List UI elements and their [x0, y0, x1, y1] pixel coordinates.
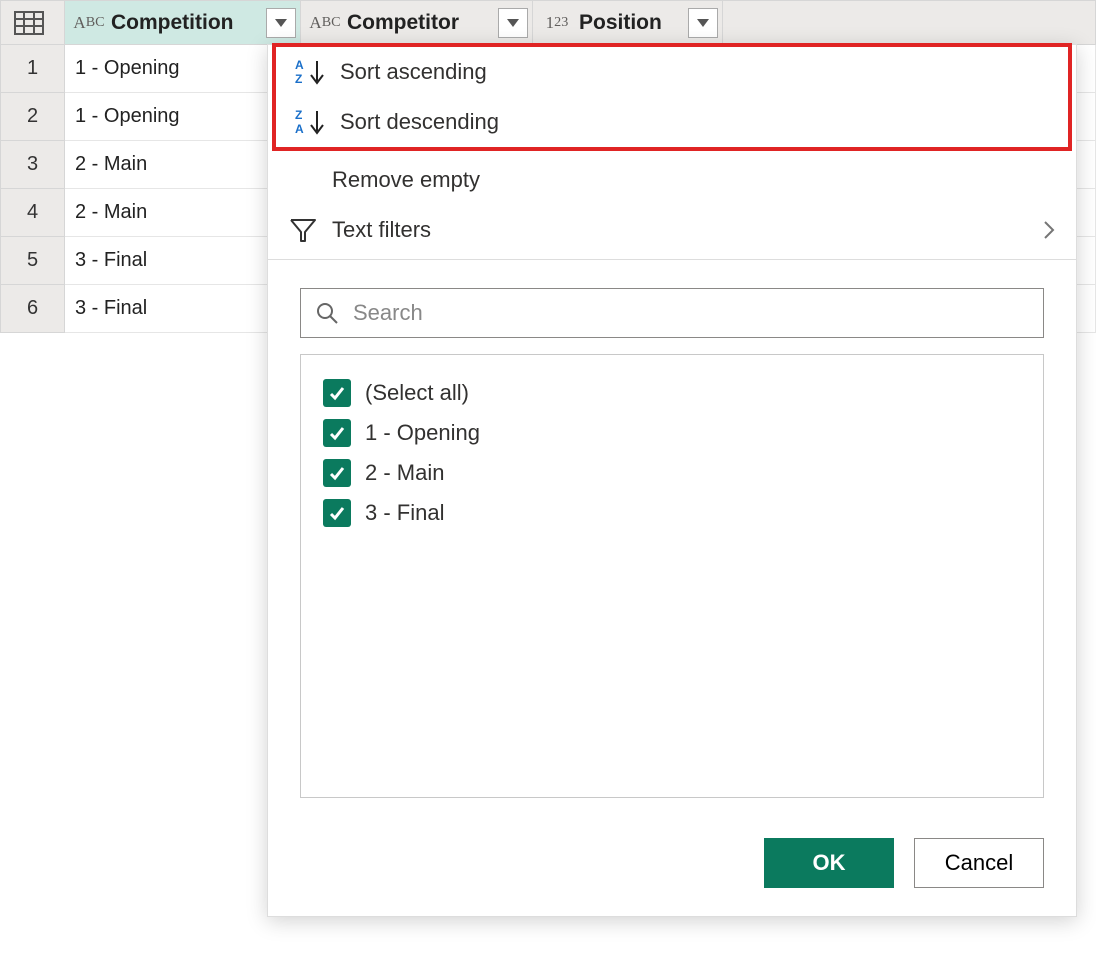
row-number[interactable]: 5: [1, 237, 65, 285]
menu-label: Sort descending: [334, 109, 499, 135]
remove-empty[interactable]: Remove empty: [268, 155, 1076, 205]
divider: [268, 259, 1076, 260]
filter-value[interactable]: 3 - Final: [323, 493, 1021, 533]
filter-search-box[interactable]: [300, 288, 1044, 338]
number-type-icon: 123: [539, 14, 575, 31]
sort-desc-icon: Z A: [288, 107, 334, 137]
filter-value-label: 3 - Final: [365, 500, 444, 526]
checkbox-checked-icon: [323, 459, 351, 487]
svg-text:A: A: [295, 122, 304, 136]
cancel-button[interactable]: Cancel: [914, 838, 1044, 888]
checkbox-checked-icon: [323, 499, 351, 527]
funnel-icon: [280, 216, 326, 244]
checkbox-checked-icon: [323, 379, 351, 407]
search-icon: [315, 301, 339, 325]
row-number[interactable]: 3: [1, 141, 65, 189]
cell-competition[interactable]: 2 - Main: [65, 189, 301, 237]
filter-value[interactable]: 2 - Main: [323, 453, 1021, 493]
sort-ascending[interactable]: A Z Sort ascending: [276, 47, 1068, 97]
filter-value[interactable]: 1 - Opening: [323, 413, 1021, 453]
cell-competition[interactable]: 1 - Opening: [65, 93, 301, 141]
column-name: Position: [575, 11, 662, 35]
filter-select-all[interactable]: (Select all): [323, 373, 1021, 413]
text-filters[interactable]: Text filters: [268, 205, 1076, 255]
cell-competition[interactable]: 3 - Final: [65, 285, 301, 333]
filter-dropdown-button[interactable]: [498, 8, 528, 38]
svg-text:A: A: [295, 58, 304, 72]
row-number[interactable]: 6: [1, 285, 65, 333]
cell-competition[interactable]: 2 - Main: [65, 141, 301, 189]
row-number[interactable]: 1: [1, 45, 65, 93]
menu-label: Sort ascending: [334, 59, 487, 85]
filter-value-label: (Select all): [365, 380, 469, 406]
search-input[interactable]: [351, 299, 1029, 327]
filter-values-list: (Select all) 1 - Opening 2 - Main 3 - Fi…: [300, 354, 1044, 798]
select-all-cell[interactable]: [1, 1, 65, 45]
filter-dropdown-button[interactable]: [266, 8, 296, 38]
svg-text:Z: Z: [295, 72, 302, 86]
filter-value-label: 1 - Opening: [365, 420, 480, 446]
sort-descending[interactable]: Z A Sort descending: [276, 97, 1068, 147]
caret-down-icon: [697, 19, 709, 27]
column-header-competition[interactable]: ABC Competition: [65, 1, 300, 44]
filter-value-label: 2 - Main: [365, 460, 444, 486]
chevron-right-icon: [1042, 219, 1056, 241]
cell-competition[interactable]: 1 - Opening: [65, 45, 301, 93]
menu-label: Text filters: [326, 217, 431, 243]
column-header-position[interactable]: 123 Position: [533, 1, 722, 44]
column-name: Competition: [107, 11, 233, 35]
ok-button[interactable]: OK: [764, 838, 894, 888]
table-icon: [1, 5, 57, 41]
svg-text:Z: Z: [295, 108, 302, 122]
column-header-competitor[interactable]: ABC Competitor: [301, 1, 532, 44]
checkbox-checked-icon: [323, 419, 351, 447]
caret-down-icon: [507, 19, 519, 27]
text-type-icon: ABC: [71, 14, 107, 31]
filter-dropdown-button[interactable]: [688, 8, 718, 38]
row-number[interactable]: 4: [1, 189, 65, 237]
column-filter-dropdown: A Z Sort ascending Z A: [267, 44, 1077, 917]
sort-asc-icon: A Z: [288, 57, 334, 87]
column-name: Competitor: [343, 11, 459, 35]
caret-down-icon: [275, 19, 287, 27]
text-type-icon: ABC: [307, 14, 343, 31]
tutorial-highlight: A Z Sort ascending Z A: [272, 43, 1072, 151]
cell-competition[interactable]: 3 - Final: [65, 237, 301, 285]
row-number[interactable]: 2: [1, 93, 65, 141]
menu-label: Remove empty: [326, 167, 480, 193]
